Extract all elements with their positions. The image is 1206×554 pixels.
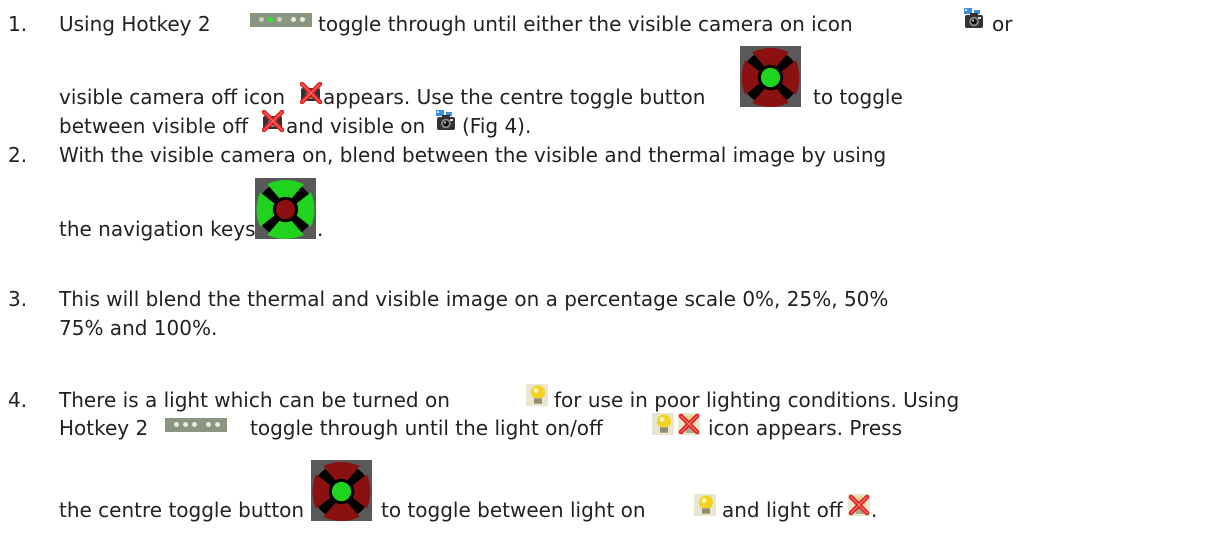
step-1-text-e: appears. Use the centre toggle button bbox=[323, 85, 706, 109]
step-4-text-f: the centre toggle button bbox=[59, 498, 305, 522]
light-off-icon bbox=[848, 494, 870, 516]
step-4-text-b: for use in poor lighting conditions. Usi… bbox=[554, 388, 960, 412]
hotkey-2-icon bbox=[250, 13, 312, 27]
step-2-text-a: With the visible camera on, blend betwee… bbox=[59, 143, 887, 167]
hotkey-2-icon bbox=[165, 418, 227, 432]
visible-camera-on-icon bbox=[436, 110, 456, 132]
light-off-icon bbox=[678, 413, 700, 435]
step-4-number: 4. bbox=[8, 388, 28, 412]
step-1-text-f: to toggle bbox=[813, 85, 903, 109]
step-4-text-c: Hotkey 2 bbox=[59, 416, 149, 440]
visible-camera-off-icon bbox=[300, 82, 322, 104]
step-1-text-d: visible camera off icon bbox=[59, 85, 285, 109]
step-3-text-b: 75% and 100%. bbox=[59, 316, 218, 340]
navigation-keys-icon bbox=[255, 178, 316, 239]
step-2-text-c: . bbox=[317, 217, 324, 241]
step-1-text-g: between visible off bbox=[59, 114, 249, 138]
step-3-number: 3. bbox=[8, 287, 28, 311]
centre-toggle-button-icon bbox=[740, 46, 801, 107]
step-1-text-b: toggle through until either the visible … bbox=[318, 12, 853, 36]
step-4-text-i: . bbox=[871, 498, 878, 522]
visible-camera-on-icon bbox=[964, 8, 984, 30]
step-2-text-b: the navigation keys bbox=[59, 217, 256, 241]
step-1-text-a: Using Hotkey 2 bbox=[59, 12, 211, 36]
step-1-number: 1. bbox=[8, 12, 28, 36]
step-1-text-h: and visible on bbox=[286, 114, 426, 138]
step-4-text-a: There is a light which can be turned on bbox=[59, 388, 450, 412]
step-2-number: 2. bbox=[8, 143, 28, 167]
step-1-text-i: (Fig 4). bbox=[462, 114, 532, 138]
step-3-text-a: This will blend the thermal and visible … bbox=[59, 287, 889, 311]
step-4-text-d: toggle through until the light on/off bbox=[250, 416, 603, 440]
light-on-icon bbox=[694, 494, 716, 516]
centre-toggle-button-icon bbox=[311, 460, 372, 521]
step-4-text-g: to toggle between light on bbox=[381, 498, 646, 522]
step-4-text-h: and light off bbox=[722, 498, 843, 522]
step-1-text-c: or bbox=[992, 12, 1013, 36]
step-4-text-e: icon appears. Press bbox=[708, 416, 903, 440]
visible-camera-off-icon bbox=[262, 110, 284, 132]
light-on-icon bbox=[526, 384, 548, 406]
light-on-icon bbox=[652, 413, 674, 435]
